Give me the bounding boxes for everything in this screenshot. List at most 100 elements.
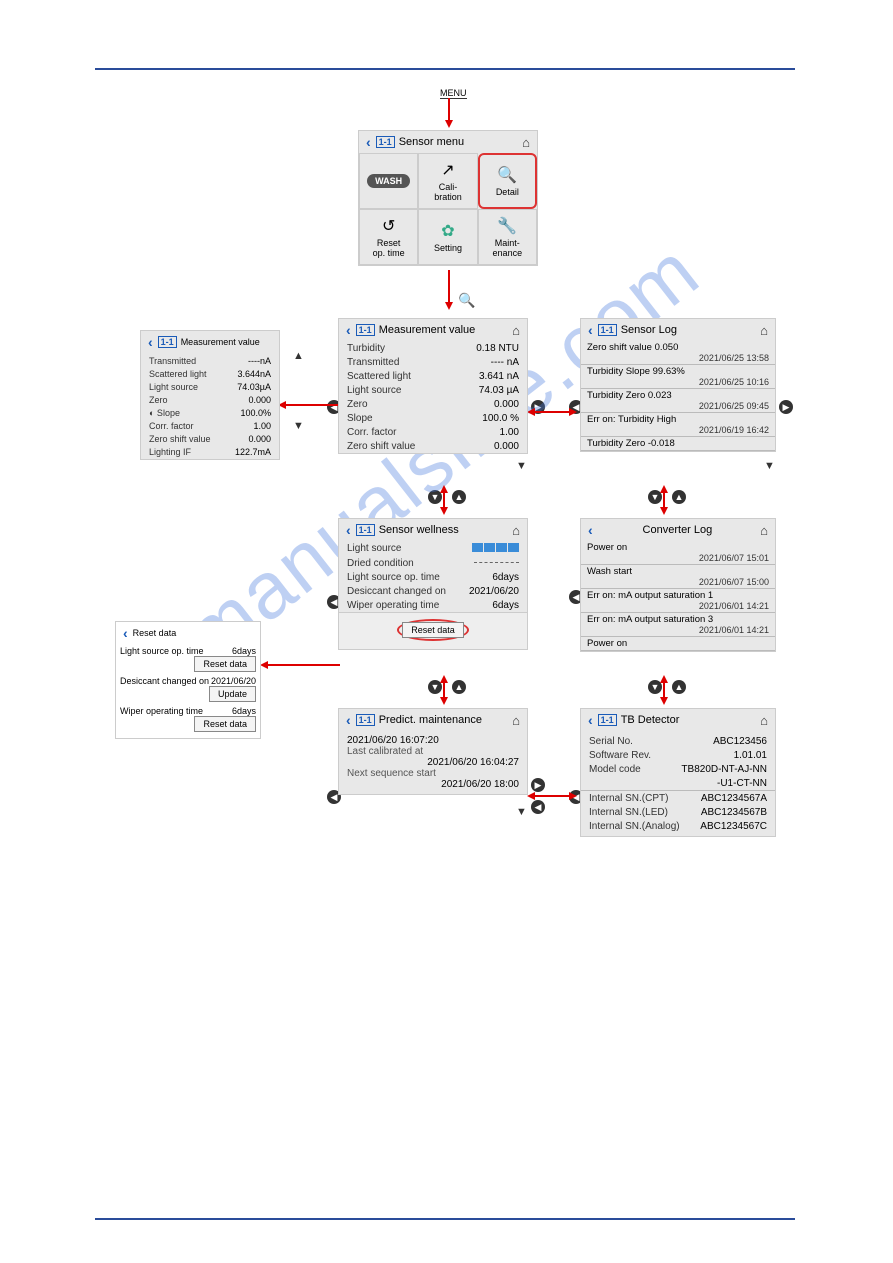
log-date: 2021/06/25 09:45 [587, 401, 769, 411]
bottom-rule [95, 1218, 795, 1220]
reset-data-button[interactable]: Reset data [402, 622, 464, 638]
log-text: Err on: Turbidity High [587, 414, 769, 425]
panel-title: Converter Log [598, 524, 757, 536]
label: Internal SN.(Analog) [589, 821, 680, 832]
reset-data-popup: ‹ Reset data Light source op. time6daysR… [115, 621, 261, 739]
home-icon[interactable]: ⌂ [509, 523, 523, 538]
home-icon[interactable]: ⌂ [757, 713, 771, 728]
back-button[interactable]: ‹ [343, 522, 354, 538]
reset-data-highlight: Reset data [397, 619, 469, 641]
back-button[interactable]: ‹ [145, 334, 156, 350]
log-text: Err on: mA output saturation 3 [587, 614, 769, 625]
slot-tag: 1-1 [376, 136, 395, 148]
reset-data-button[interactable]: Reset data [194, 716, 256, 732]
bar-indicator [472, 543, 519, 552]
magnify-icon: 🔍 [458, 292, 475, 309]
slot-tag: 1-1 [356, 714, 375, 726]
label: Light source [347, 385, 401, 396]
slot-tag: 1-1 [356, 524, 375, 536]
label: ◐ Slope [149, 408, 180, 418]
nav-up[interactable]: ▲ [672, 490, 686, 504]
log-entries: Zero shift value 0.0502021/06/25 13:58Tu… [581, 341, 775, 451]
measurement-small-panel: ‹ 1-1 Measurement value Transmitted----n… [140, 330, 280, 460]
nav-alt[interactable]: ◀ [531, 800, 545, 814]
nav-right[interactable]: ▶ [779, 400, 793, 414]
label: Last calibrated at [347, 746, 519, 757]
value: 1.00 [253, 421, 271, 431]
log-text: Turbidity Slope 99.63% [587, 366, 769, 377]
home-icon[interactable]: ⌂ [509, 713, 523, 728]
label: Transmitted [149, 356, 196, 366]
log-text: Turbidity Zero -0.018 [587, 438, 769, 449]
value: 1.01.01 [734, 750, 767, 761]
back-button[interactable]: ‹ [120, 625, 131, 641]
panel-title: Predict. maintenance [379, 714, 509, 726]
panel-title: Sensor Log [621, 324, 757, 336]
home-icon[interactable]: ⌂ [519, 135, 533, 150]
calibration-button[interactable]: ↗Cali- bration [418, 153, 477, 209]
label: Serial No. [589, 736, 633, 747]
timestamp: 2021/06/20 16:07:20 [347, 735, 519, 746]
back-button[interactable]: ‹ [585, 712, 596, 728]
label: Wiper operating time [120, 706, 203, 716]
update-button[interactable]: Update [209, 686, 256, 702]
back-button[interactable]: ‹ [343, 322, 354, 338]
slot-tag: 1-1 [598, 714, 617, 726]
value [472, 543, 519, 555]
up-arrow[interactable]: ▲ [293, 350, 304, 362]
value: 100.0 % [482, 413, 519, 424]
reset-op-time-button[interactable]: ↺Reset op. time [359, 209, 418, 265]
panel-title: Sensor menu [399, 136, 519, 148]
converter-log-panel: ‹ Converter Log ⌂ Power on2021/06/07 15:… [580, 518, 776, 652]
label: Desiccant changed on [347, 586, 446, 597]
back-button[interactable]: ‹ [363, 134, 374, 150]
down-arrow[interactable]: ▼ [764, 460, 775, 472]
label: Transmitted [347, 357, 399, 368]
panel-title: Measurement value [181, 337, 275, 347]
panel-title: Measurement value [379, 324, 509, 336]
reset-data-button[interactable]: Reset data [194, 656, 256, 672]
value: TB820D-NT-AJ-NN [681, 764, 767, 775]
log-text: Turbidity Zero 0.023 [587, 390, 769, 401]
back-button[interactable]: ‹ [585, 322, 596, 338]
wash-button[interactable]: WASH [359, 153, 418, 209]
nav-up[interactable]: ▲ [452, 680, 466, 694]
back-button[interactable]: ‹ [343, 712, 354, 728]
setting-button[interactable]: ✿Setting [418, 209, 477, 265]
value: 1.00 [500, 427, 519, 438]
rows: Turbidity0.18 NTUTransmitted---- nAScatt… [339, 341, 527, 453]
log-text: Wash start [587, 566, 769, 577]
down-arrow[interactable]: ▼ [293, 420, 304, 432]
predict-maintenance-panel: ‹ 1-1 Predict. maintenance ⌂ 2021/06/20 … [338, 708, 528, 795]
down-arrow[interactable]: ▼ [516, 460, 527, 472]
maintenance-button[interactable]: 🔧Maint- enance [478, 209, 537, 265]
log-date: 2021/06/07 15:01 [587, 553, 769, 563]
value: 2021/06/20 [469, 586, 519, 597]
label: Lighting IF [149, 447, 191, 457]
value: ABC123456 [713, 736, 767, 747]
slot-tag: 1-1 [158, 336, 177, 348]
value: ABC1234567B [701, 807, 767, 818]
label: Light source op. time [347, 572, 440, 583]
slot-tag: 1-1 [356, 324, 375, 336]
home-icon[interactable]: ⌂ [509, 323, 523, 338]
log-date: 2021/06/01 14:21 [587, 625, 769, 635]
home-icon[interactable]: ⌂ [757, 323, 771, 338]
nav-up[interactable]: ▲ [672, 680, 686, 694]
label: Desiccant changed on [120, 676, 209, 686]
down-arrow[interactable]: ▼ [516, 806, 527, 818]
back-button[interactable]: ‹ [585, 522, 596, 538]
home-icon[interactable]: ⌂ [757, 523, 771, 538]
value: 0.000 [494, 441, 519, 452]
value: 6days [492, 600, 519, 611]
value: 3.641 nA [479, 371, 519, 382]
panel-title: Sensor wellness [379, 524, 509, 536]
value: 2021/06/20 18:00 [347, 779, 519, 790]
detail-button[interactable]: 🔍Detail [478, 153, 537, 209]
sensor-log-panel: ‹ 1-1 Sensor Log ⌂ Zero shift value 0.05… [580, 318, 776, 452]
value: ABC1234567C [700, 821, 767, 832]
rows: Serial No.ABC123456Software Rev.1.01.01M… [581, 731, 775, 836]
nav-up[interactable]: ▲ [452, 490, 466, 504]
value: 0.18 NTU [476, 343, 519, 354]
label: Turbidity [347, 343, 385, 354]
